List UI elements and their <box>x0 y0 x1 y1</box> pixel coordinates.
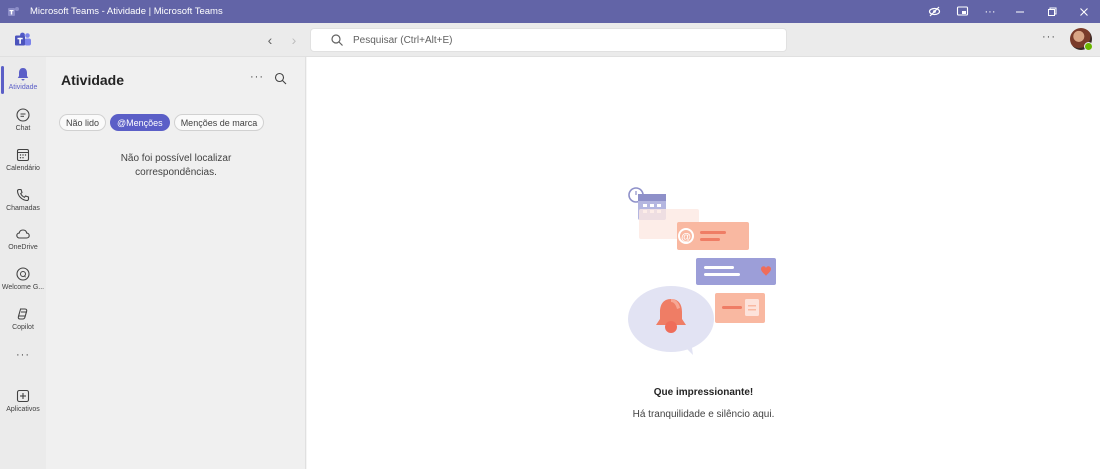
rail-item-onedrive[interactable]: OneDrive <box>0 223 46 259</box>
window-title: Microsoft Teams - Atividade | Microsoft … <box>30 6 223 17</box>
teams-logo-icon <box>8 6 19 16</box>
rail-label: Copilot <box>12 324 34 331</box>
bell-icon <box>17 68 29 81</box>
rail-label: Chat <box>15 125 31 132</box>
panel-title: Atividade <box>61 72 125 88</box>
rail-label: Atividade <box>8 84 38 91</box>
activity-panel: Atividade ··· Não lido @Menções Menções … <box>46 57 306 469</box>
close-icon[interactable] <box>1068 0 1100 23</box>
calendar-icon <box>16 148 30 162</box>
panel-more-options-icon[interactable]: ··· <box>250 71 264 83</box>
presence-available-icon <box>1084 42 1093 51</box>
empty-activity-illustration: @ <box>628 187 776 355</box>
rail-label: Calendário <box>6 165 40 172</box>
visibility-off-icon[interactable] <box>920 0 948 23</box>
app-rail: Atividade Chat Calendário Chamadas OneDr… <box>0 57 46 469</box>
filter-chips: Não lido @Menções Menções de marca <box>59 114 265 131</box>
chat-icon <box>16 108 30 122</box>
title-bar: Microsoft Teams - Atividade | Microsoft … <box>0 0 1100 23</box>
rail-item-atividade[interactable]: Atividade <box>0 63 46 99</box>
rail-item-calendario[interactable]: Calendário <box>0 144 46 180</box>
rail-item-welcome-guide[interactable]: Welcome G... <box>0 263 46 299</box>
empty-results-message: Não foi possível localizar correspondênc… <box>46 152 306 180</box>
more-options-icon[interactable]: ··· <box>1042 31 1056 43</box>
search-box[interactable] <box>310 28 787 52</box>
rail-label: Chamadas <box>6 205 40 212</box>
phone-icon <box>16 188 30 202</box>
more-options-icon[interactable]: ··· <box>976 0 1004 23</box>
empty-message-line-1: Não foi possível localizar <box>120 153 232 164</box>
cloud-icon <box>16 229 30 239</box>
top-bar: ‹ › ··· <box>0 23 1100 57</box>
back-arrow-icon[interactable]: ‹ <box>260 29 280 51</box>
filter-unread[interactable]: Não lido <box>59 114 107 131</box>
add-apps-icon <box>16 389 30 403</box>
rail-label: OneDrive <box>8 244 38 251</box>
rail-item-chat[interactable]: Chat <box>0 104 46 140</box>
svg-text:@: @ <box>681 232 691 243</box>
minimize-icon[interactable] <box>1004 0 1036 23</box>
empty-state-title: Que impressionante! <box>653 387 754 398</box>
rail-item-copilot[interactable]: Copilot <box>0 303 46 339</box>
filter-mentions[interactable]: @Menções <box>110 114 170 131</box>
rail-label: Welcome G... <box>1 284 45 291</box>
search-icon <box>331 34 343 46</box>
teams-logo-icon[interactable] <box>14 32 32 48</box>
welcome-guide-icon <box>16 267 30 281</box>
filter-brand-mentions[interactable]: Menções de marca <box>173 114 265 131</box>
rail-label: Aplicativos <box>6 406 40 413</box>
restore-icon[interactable] <box>1036 0 1068 23</box>
empty-message-line-2: correspondências. <box>135 167 217 178</box>
more-apps-icon[interactable]: ··· <box>0 349 46 361</box>
cast-icon[interactable] <box>948 0 976 23</box>
forward-arrow-icon[interactable]: › <box>284 29 304 51</box>
empty-state-subtitle: Há tranquilidade e silêncio aqui. <box>632 409 775 420</box>
rail-item-chamadas[interactable]: Chamadas <box>0 184 46 220</box>
search-icon[interactable] <box>274 72 287 85</box>
copilot-icon <box>17 308 28 320</box>
rail-item-aplicativos[interactable]: Aplicativos <box>0 385 46 421</box>
search-input[interactable] <box>353 34 753 46</box>
main-content: @ Que impressionante! Há tranquilidade e… <box>307 57 1100 469</box>
